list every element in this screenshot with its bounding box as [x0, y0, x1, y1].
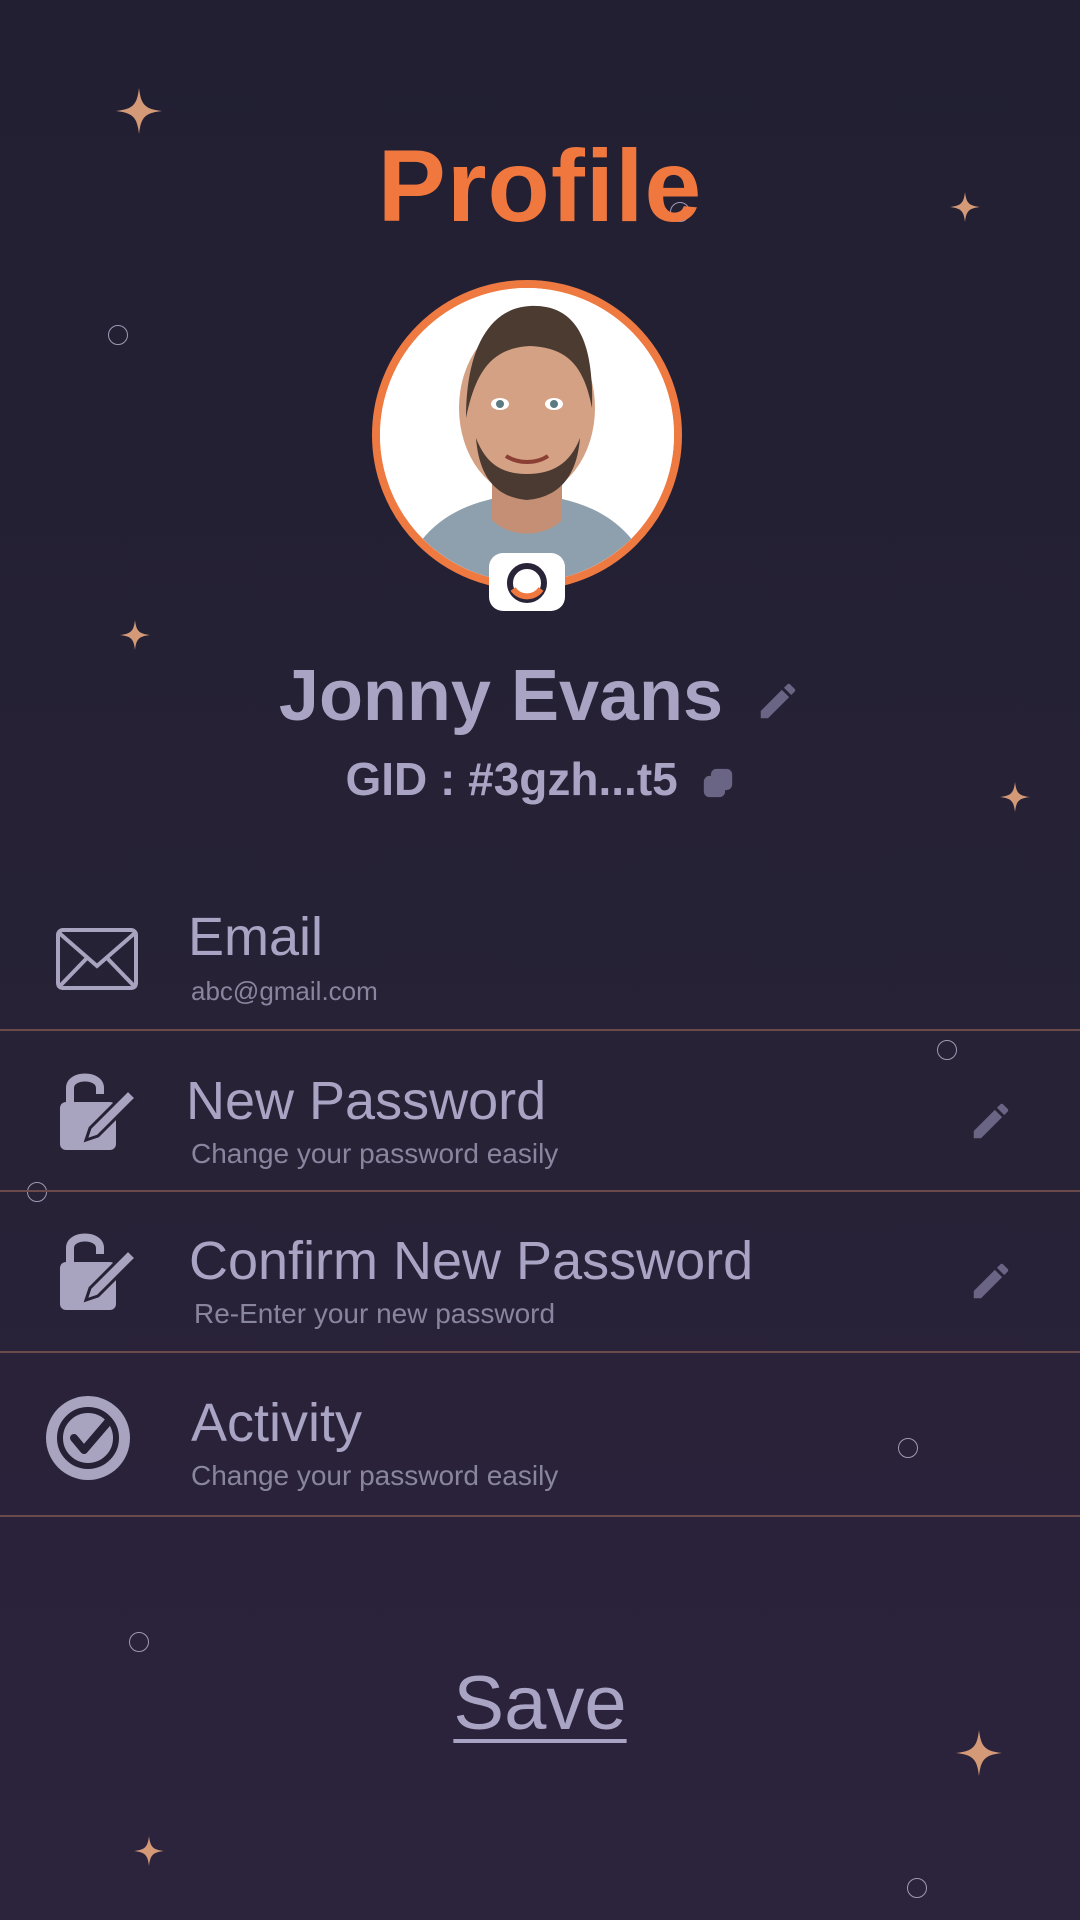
setting-row-new-password[interactable]: New Password Change your password easily	[0, 1040, 1080, 1200]
camera-icon	[507, 563, 547, 603]
setting-row-activity[interactable]: Activity Change your password easily	[0, 1362, 1080, 1522]
sparkle-decoration	[134, 1836, 164, 1866]
lock-edit-icon	[60, 1233, 138, 1310]
setting-row-confirm-password[interactable]: Confirm New Password Re-Enter your new p…	[0, 1200, 1080, 1360]
save-container: Save	[0, 1660, 1080, 1747]
divider	[0, 1515, 1080, 1517]
divider	[0, 1351, 1080, 1353]
setting-row-email[interactable]: Email abc@gmail.com	[0, 880, 1080, 1040]
profile-name: Jonny Evans	[278, 656, 724, 736]
setting-label: Confirm New Password	[189, 1231, 754, 1291]
divider	[0, 1190, 1080, 1192]
check-circle-icon	[46, 1396, 130, 1480]
sparkle-decoration	[120, 620, 150, 650]
ring-decoration	[108, 325, 128, 345]
setting-label: New Password	[186, 1071, 547, 1131]
ring-decoration	[129, 1632, 149, 1652]
save-button[interactable]: Save	[453, 1661, 626, 1746]
avatar[interactable]	[372, 280, 682, 590]
page-title: Profile	[377, 129, 703, 243]
gid-row: GID : #3gzh...t5	[0, 752, 1080, 806]
setting-subtitle: Re-Enter your new password	[194, 1298, 556, 1329]
setting-subtitle: Change your password easily	[191, 1138, 559, 1169]
ring-decoration	[907, 1878, 927, 1898]
divider	[0, 1029, 1080, 1031]
setting-label: Email	[188, 907, 324, 967]
setting-subtitle: abc@gmail.com	[191, 976, 378, 1006]
change-photo-button[interactable]	[489, 553, 565, 611]
edit-icon[interactable]	[968, 1098, 1014, 1144]
setting-subtitle: Change your password easily	[191, 1460, 559, 1491]
setting-label: Activity	[191, 1393, 363, 1453]
avatar-image	[380, 288, 674, 582]
copy-icon[interactable]	[701, 766, 735, 800]
edit-name-icon[interactable]	[755, 678, 801, 724]
profile-name-row: Jonny Evans	[0, 655, 1080, 737]
edit-icon[interactable]	[968, 1258, 1014, 1304]
gid-text: GID : #3gzh...t5	[345, 753, 678, 805]
envelope-icon	[56, 928, 138, 990]
lock-edit-icon	[60, 1073, 138, 1150]
